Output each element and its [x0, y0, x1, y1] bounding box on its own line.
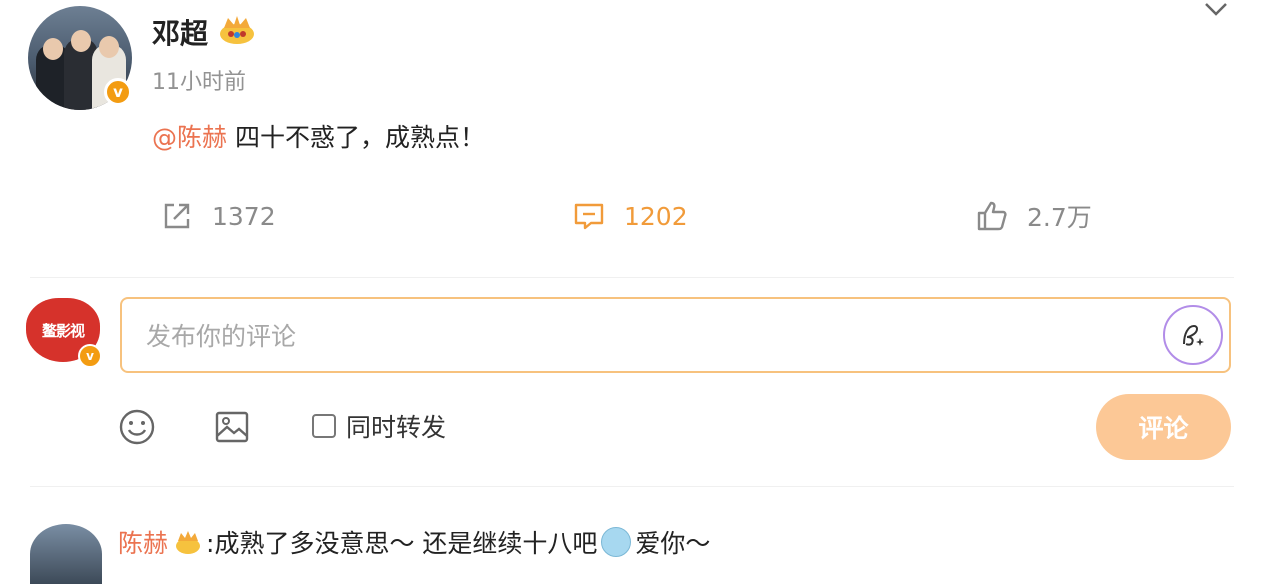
repost-checkbox-label: 同时转发 — [346, 413, 447, 442]
chevron-down-icon[interactable] — [1200, 0, 1232, 22]
divider — [30, 486, 1234, 487]
pen-button[interactable] — [1163, 305, 1223, 365]
repost-button[interactable]: 1372 — [160, 198, 276, 234]
mention-link[interactable]: @陈赫 — [152, 123, 227, 152]
reply-text: :成熟了多没意思～ 还是继续十八吧 — [206, 529, 598, 558]
like-count: 2.7万 — [1027, 203, 1092, 232]
verified-badge: v — [104, 78, 132, 106]
comment-input[interactable] — [144, 313, 1148, 359]
repost-icon — [164, 203, 190, 229]
divider — [30, 277, 1234, 278]
pen-icon — [1183, 324, 1204, 346]
crown-icon — [220, 16, 254, 44]
post-timestamp[interactable]: 11小时前 — [152, 64, 246, 96]
comment-icon — [574, 203, 604, 230]
comment-count: 1202 — [624, 201, 688, 231]
reply-author[interactable]: 陈赫 — [118, 524, 168, 560]
sweat-emoji-icon — [601, 527, 632, 557]
thumbs-up-icon — [977, 201, 1007, 231]
repost-checkbox[interactable]: 同时转发 — [312, 408, 446, 444]
commenter-verified-badge: v — [78, 344, 102, 368]
reply-text-end: 爱你～ — [635, 529, 711, 558]
image-icon[interactable] — [213, 408, 251, 446]
submit-comment-button[interactable]: 评论 — [1096, 394, 1231, 460]
post-body: 四十不惑了，成熟点！ — [227, 123, 485, 152]
author-name[interactable]: 邓超 — [152, 12, 208, 52]
like-button[interactable]: 2.7万 — [975, 198, 1092, 234]
reply-item: 陈赫 :成熟了多没意思～ 还是继续十八吧 爱你～ — [118, 524, 710, 560]
checkbox[interactable] — [312, 414, 336, 438]
post-text: @陈赫 四十不惑了，成熟点！ — [152, 118, 485, 154]
repost-count: 1372 — [212, 201, 276, 231]
crown-icon — [176, 531, 201, 554]
comment-input-box[interactable] — [120, 297, 1231, 373]
comment-button[interactable]: 1202 — [572, 198, 688, 234]
emoji-icon[interactable] — [118, 408, 156, 446]
reply-avatar[interactable] — [30, 524, 102, 584]
